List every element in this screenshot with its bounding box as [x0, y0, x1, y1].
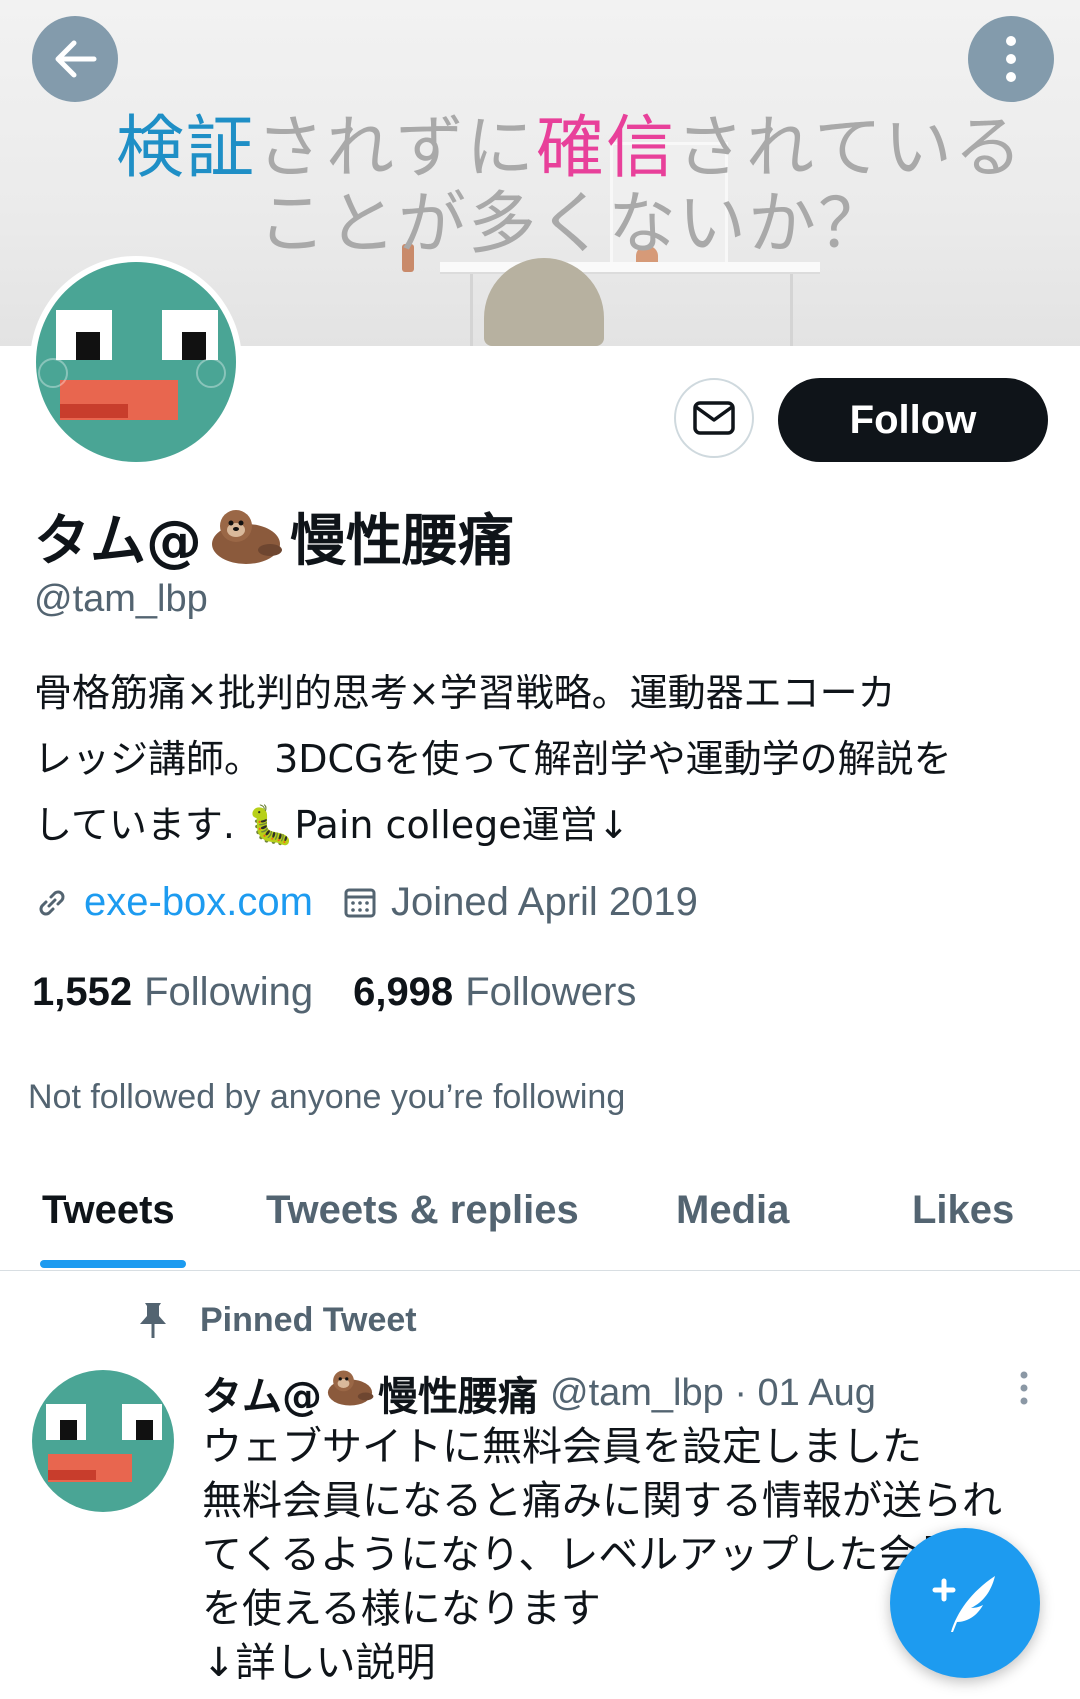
bio-line: しています. 🐛Pain college運営↓: [34, 803, 630, 847]
profile-name: タム@ 慢性腰痛: [34, 496, 514, 577]
more-vertical-icon: [1006, 36, 1016, 82]
link-icon: [39, 890, 65, 915]
message-button[interactable]: [674, 378, 754, 458]
bio-line: 骨格筋痛×批判的思考×学習戦略。運動器エコーカ: [34, 671, 896, 715]
tweet-author-name[interactable]: タム@ 慢性腰痛: [202, 1364, 538, 1422]
tab-tweets-replies[interactable]: Tweets & replies: [266, 1188, 579, 1233]
tweet-line: 無料会員になると痛みに関する情報が送られ: [202, 1478, 1002, 1524]
tweet-line: ウェブサイトに無料会員を設定しました: [202, 1424, 922, 1470]
banner-text-line-2: ことが多くないか？: [258, 185, 889, 264]
following-stat[interactable]: 1,552 Following: [32, 970, 313, 1015]
pinned-tweet-label: Pinned Tweet: [200, 1300, 417, 1339]
tweet-author-avatar[interactable]: [32, 1370, 174, 1512]
arrow-left-icon: [55, 40, 97, 78]
more-options-button[interactable]: [968, 16, 1054, 102]
follow-button[interactable]: Follow: [778, 378, 1048, 462]
otter-emoji-icon: [327, 1370, 374, 1406]
profile-bio: 骨格筋痛×批判的思考×学習戦略。運動器エコーカ レッジ講師。 3DCGを使って解…: [34, 660, 1044, 858]
tab-tweets[interactable]: Tweets: [42, 1188, 175, 1233]
tweet-meta: @tam_lbp · 01 Aug: [550, 1371, 876, 1414]
compose-tweet-button[interactable]: [890, 1528, 1040, 1678]
compose-tweet-icon: [932, 1576, 995, 1632]
pinned-label-row: Pinned Tweet: [136, 1300, 417, 1340]
banner-desk-leg: [470, 274, 473, 346]
banner-desk-leg: [790, 274, 793, 346]
profile-tabs: Tweets Tweets & replies Media Likes: [0, 1160, 1080, 1271]
profile-handle: @tam_lbp: [34, 578, 208, 620]
tweet-more-button[interactable]: [1018, 1370, 1030, 1410]
otter-emoji-icon: [212, 509, 282, 564]
calendar-icon: [344, 888, 376, 917]
avatar-image: [36, 262, 236, 462]
website-link[interactable]: exe-box.com: [84, 880, 313, 925]
tweet-header: タム@ 慢性腰痛 @tam_lbp · 01 Aug: [202, 1364, 876, 1422]
follow-stats: 1,552 Following 6,998 Followers: [32, 970, 636, 1015]
tab-likes[interactable]: Likes: [912, 1188, 1014, 1233]
more-vertical-icon: [1020, 1371, 1028, 1405]
tab-media[interactable]: Media: [676, 1188, 789, 1233]
active-tab-indicator: [40, 1260, 186, 1268]
bio-line: レッジ講師。 3DCGを使って解剖学や運動学の解説を: [34, 737, 952, 781]
not-followed-notice: Not followed by anyone you’re following: [28, 1078, 626, 1116]
envelope-icon: [693, 401, 735, 435]
profile-avatar[interactable]: [30, 256, 242, 468]
joined-date: Joined April 2019: [390, 880, 698, 924]
pin-icon: [140, 1303, 166, 1338]
followers-stat[interactable]: 6,998 Followers: [353, 970, 636, 1015]
profile-meta: exe-box.com Joined April 2019: [34, 880, 698, 925]
back-button[interactable]: [32, 16, 118, 102]
